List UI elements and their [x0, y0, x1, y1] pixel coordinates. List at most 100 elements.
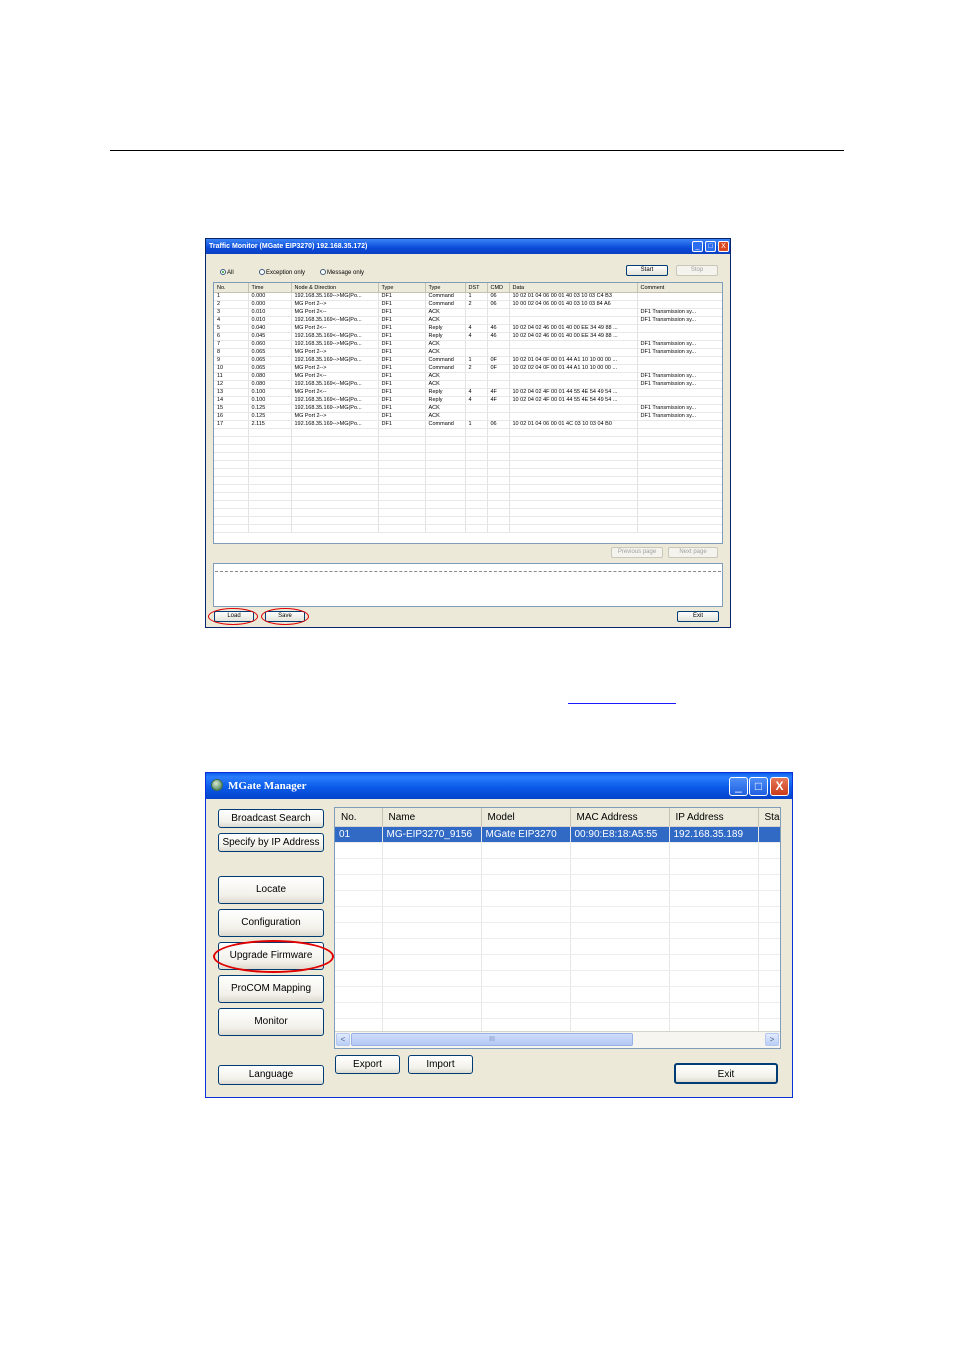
column-header[interactable]: Model — [481, 808, 571, 827]
table-row[interactable]: 15 0.125 192.168.35.169-->MG(Po... DF1 ACK DF… — [214, 404, 722, 413]
table-row[interactable]: 4 0.010 192.168.35.169<--MG(Po... DF1 ACK DF1… — [214, 316, 722, 325]
table-row[interactable]: 16 0.125 MG Port 2--> DF1 ACK DF1 Transmissio… — [214, 412, 722, 421]
table-cell — [637, 524, 722, 533]
column-header[interactable]: Node & Direction — [291, 283, 379, 293]
filter-all-radio[interactable]: All — [220, 269, 234, 277]
minimize-icon[interactable]: _ — [729, 777, 748, 796]
column-header[interactable]: Sta — [758, 808, 780, 827]
table-row[interactable] — [214, 484, 722, 493]
table-row[interactable]: 6 0.045 192.168.35.169<--MG(Po... DF1 Reply 4… — [214, 332, 722, 341]
maximize-icon[interactable]: □ — [705, 241, 716, 252]
column-header[interactable]: MAC Address — [570, 808, 670, 827]
device-cell-status — [758, 906, 780, 923]
column-header[interactable]: No. — [214, 283, 249, 293]
table-row[interactable]: 5 0.040 MG Port 2<-- DF1 Reply 4 46 10 02 04 02… — [214, 324, 722, 333]
raw-data-textbox[interactable] — [213, 563, 723, 607]
broadcast-search-button[interactable]: Broadcast Search — [218, 809, 324, 828]
horizontal-scrollbar[interactable]: < III > — [335, 1031, 780, 1048]
column-header[interactable]: No. — [335, 808, 383, 827]
close-icon[interactable]: X — [770, 777, 789, 796]
empty-row[interactable] — [335, 954, 780, 971]
column-header[interactable]: IP Address — [669, 808, 759, 827]
traffic-table[interactable]: No. Time Node & Direction Type Type DST CMD Dat… — [213, 282, 723, 544]
device-row[interactable]: 01 MG-EIP3270_9156 MGate EIP3270 00:90:E8:1… — [335, 826, 780, 843]
empty-row[interactable] — [335, 986, 780, 1003]
table-cell — [425, 476, 466, 485]
table-row[interactable] — [214, 468, 722, 477]
empty-row[interactable] — [335, 938, 780, 955]
close-icon[interactable]: X — [718, 241, 729, 252]
filter-message-only-radio[interactable]: Message only — [320, 269, 364, 277]
specify-by-ip-button[interactable]: Specify by IP Address — [218, 833, 324, 852]
column-header[interactable]: DST — [465, 283, 488, 293]
minimize-icon[interactable]: _ — [692, 241, 703, 252]
device-cell-name — [382, 970, 482, 987]
table-row[interactable] — [214, 460, 722, 469]
scroll-right-icon[interactable]: > — [765, 1033, 779, 1046]
column-header[interactable]: Name — [382, 808, 482, 827]
empty-row[interactable] — [335, 842, 780, 859]
locate-button[interactable]: Locate — [218, 876, 324, 904]
table-row[interactable]: 17 2.115 192.168.35.169-->MG(Po... DF1 Comma… — [214, 420, 722, 429]
scroll-left-icon[interactable]: < — [336, 1033, 350, 1046]
exit-button[interactable]: Exit — [674, 1063, 778, 1084]
column-header[interactable]: Data — [509, 283, 638, 293]
table-row[interactable] — [214, 508, 722, 517]
column-header[interactable]: Type — [378, 283, 426, 293]
table-cell: DF1 — [378, 348, 426, 357]
table-row[interactable]: 12 0.080 192.168.35.169<--MG(Po... DF1 ACK DF… — [214, 380, 722, 389]
table-row[interactable] — [214, 452, 722, 461]
stop-button[interactable]: Stop — [676, 265, 718, 276]
table-row[interactable] — [214, 428, 722, 437]
table-row[interactable] — [214, 476, 722, 485]
device-list[interactable]: No. Name Model MAC Address IP Address Sta 01 M… — [334, 807, 781, 1049]
empty-row[interactable] — [335, 874, 780, 891]
empty-row[interactable] — [335, 970, 780, 987]
configuration-button[interactable]: Configuration — [218, 909, 324, 937]
column-header[interactable]: Type — [425, 283, 466, 293]
start-button[interactable]: Start — [626, 265, 668, 276]
table-row[interactable] — [214, 516, 722, 525]
table-row[interactable]: 2 0.000 MG Port 2--> DF1 Command 2 06 10 00 02 … — [214, 300, 722, 309]
exit-button[interactable]: Exit — [677, 611, 719, 622]
filter-exception-only-radio[interactable]: Exception only — [259, 269, 305, 277]
table-row[interactable]: 8 0.065 MG Port 2--> DF1 ACK DF1 Transmission… — [214, 348, 722, 357]
table-row[interactable] — [214, 436, 722, 445]
table-row[interactable]: 11 0.080 MG Port 2<-- DF1 ACK DF1 Transmissio… — [214, 372, 722, 381]
empty-row[interactable] — [335, 906, 780, 923]
language-button[interactable]: Language — [218, 1065, 324, 1085]
table-cell: 1 — [214, 292, 249, 301]
table-row[interactable]: 10 0.065 MG Port 2--> DF1 Command 2 0F 10 02 02… — [214, 364, 722, 373]
table-row[interactable] — [214, 500, 722, 509]
monitor-button[interactable]: Monitor — [218, 1008, 324, 1036]
table-cell — [487, 500, 510, 509]
empty-row[interactable] — [335, 890, 780, 907]
empty-row[interactable] — [335, 858, 780, 875]
table-row[interactable] — [214, 492, 722, 501]
column-header[interactable]: Time — [248, 283, 292, 293]
maximize-icon[interactable]: □ — [749, 777, 768, 796]
next-page-button[interactable]: Next page — [668, 547, 718, 558]
export-button[interactable]: Export — [335, 1055, 400, 1074]
column-header[interactable]: Comment — [637, 283, 722, 293]
hyperlink-underline[interactable] — [568, 703, 676, 704]
column-header[interactable]: CMD — [487, 283, 510, 293]
device-cell-ip — [669, 874, 759, 891]
import-button[interactable]: Import — [408, 1055, 473, 1074]
table-row[interactable] — [214, 444, 722, 453]
procom-mapping-button[interactable]: ProCOM Mapping — [218, 975, 324, 1003]
table-row[interactable] — [214, 524, 722, 533]
table-cell — [291, 436, 379, 445]
table-row[interactable]: 9 0.065 192.168.35.169-->MG(Po... DF1 Comman… — [214, 356, 722, 365]
table-row[interactable]: 1 0.000 192.168.35.169-->MG(Po... DF1 Comman… — [214, 292, 722, 301]
table-row[interactable]: 7 0.060 192.168.35.169-->MG(Po... DF1 ACK DF1… — [214, 340, 722, 349]
table-row[interactable]: 3 0.010 MG Port 2<-- DF1 ACK DF1 Transmission… — [214, 308, 722, 317]
empty-row[interactable] — [335, 1002, 780, 1019]
table-cell — [378, 428, 426, 437]
table-row[interactable]: 13 0.100 MG Port 2<-- DF1 Reply 4 4F 10 02 04 0… — [214, 388, 722, 397]
scroll-thumb[interactable]: III — [351, 1033, 633, 1046]
previous-page-button[interactable]: Previous page — [611, 547, 663, 558]
table-row[interactable]: 14 0.100 192.168.35.169<--MG(Po... DF1 Reply… — [214, 396, 722, 405]
device-cell-ip — [669, 1002, 759, 1019]
empty-row[interactable] — [335, 922, 780, 939]
